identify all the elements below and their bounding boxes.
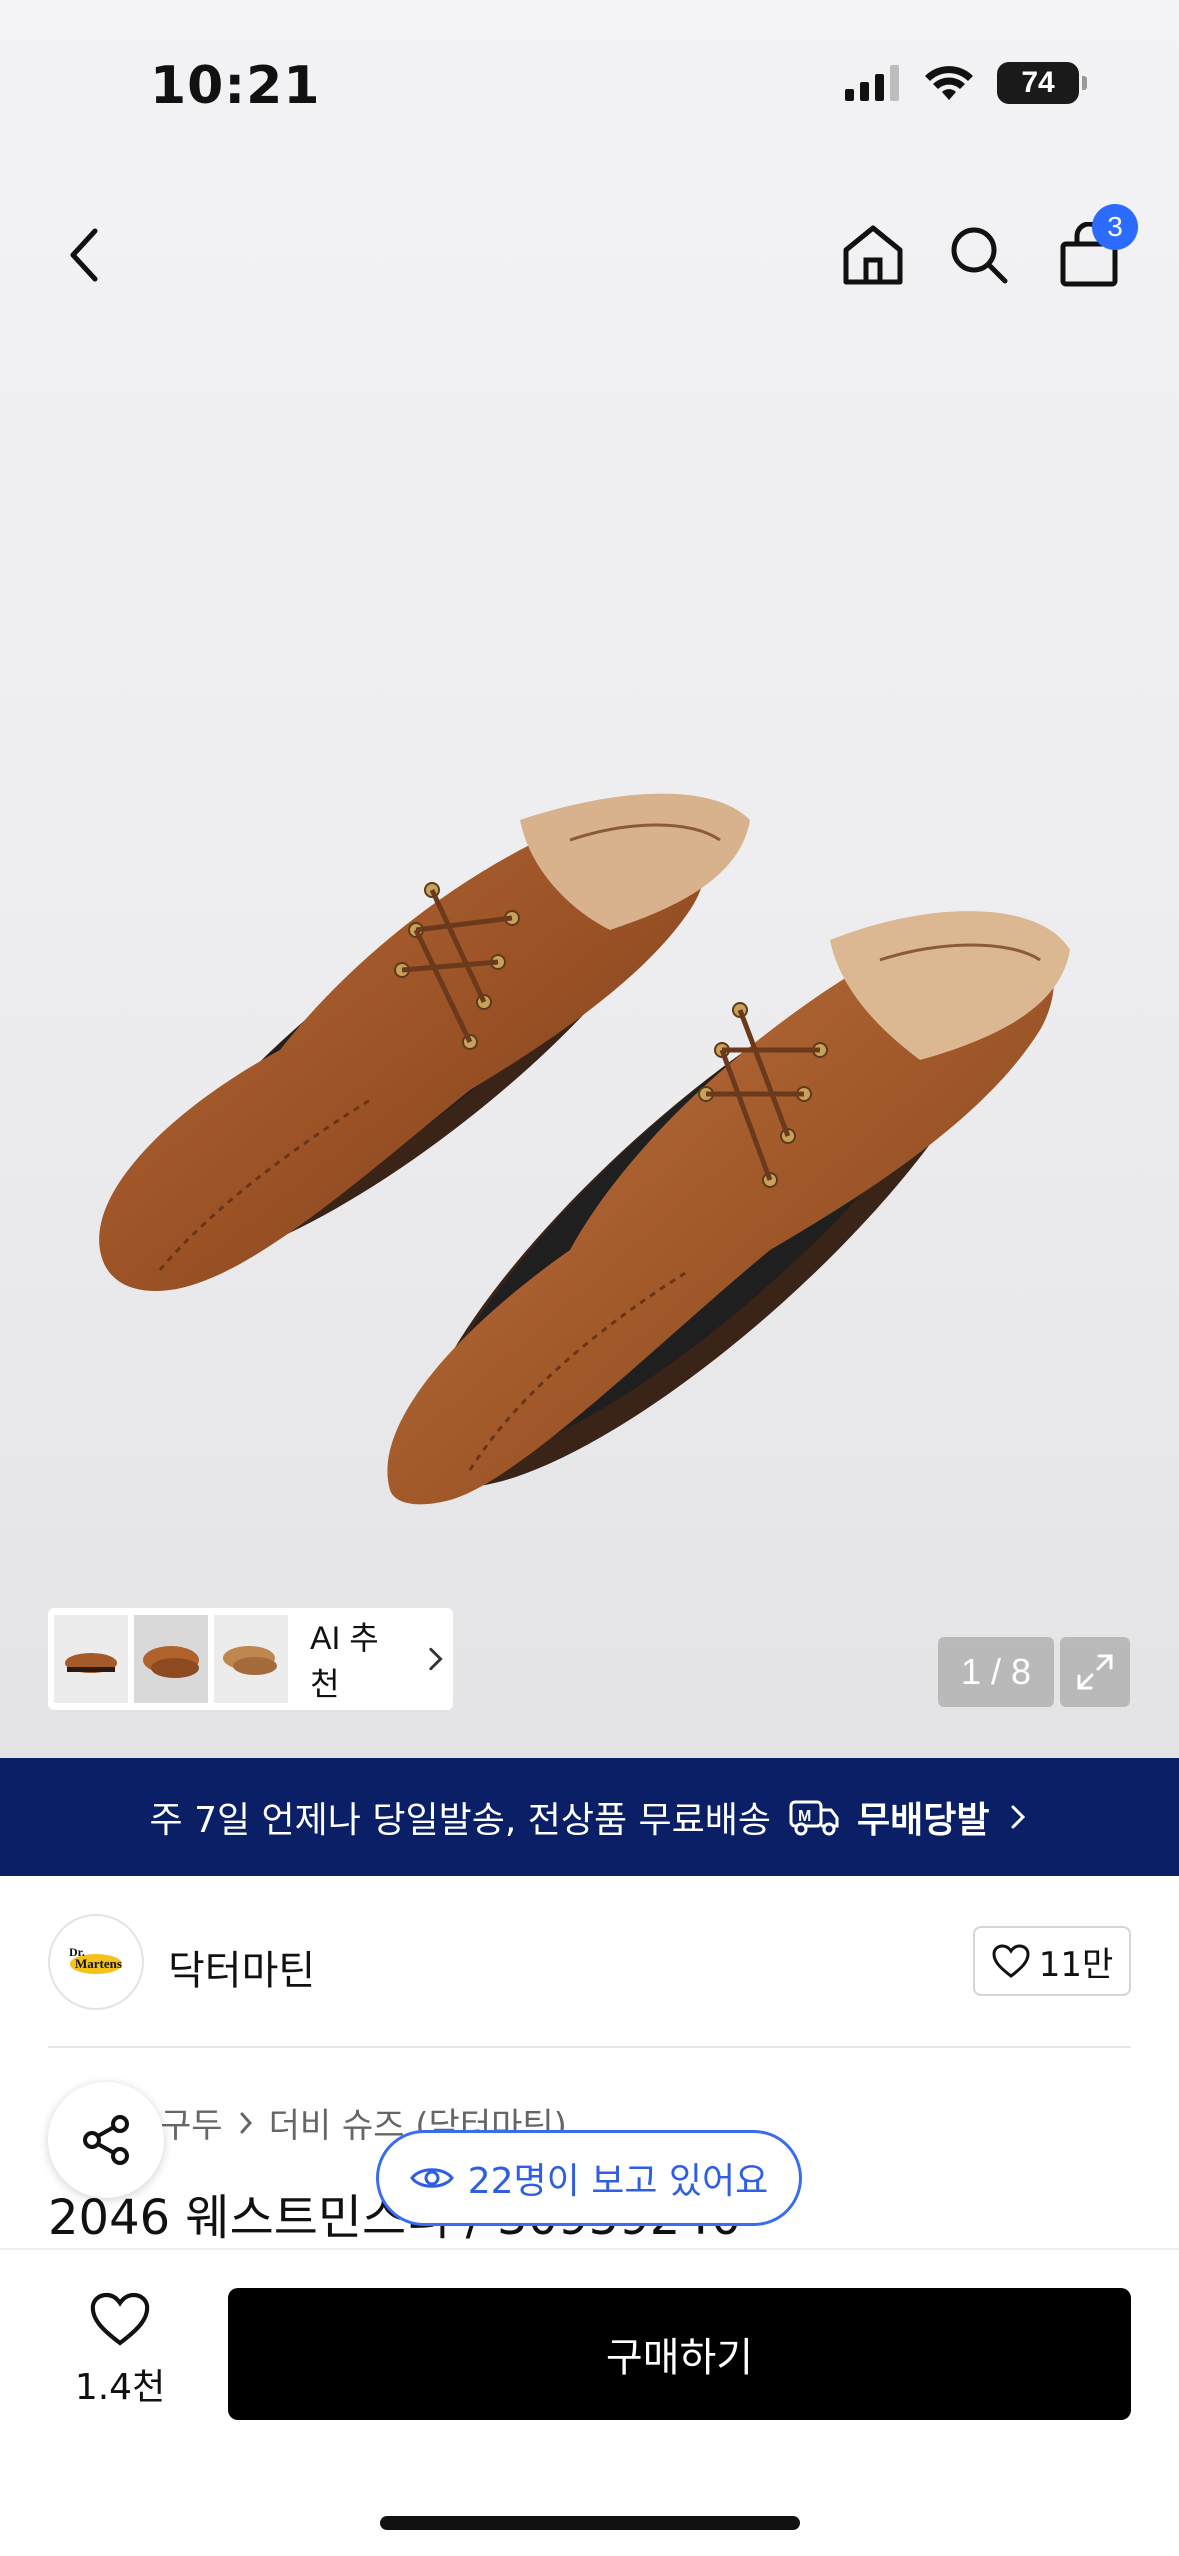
brand-logo[interactable]: Dr. Martens <box>48 1914 144 2010</box>
chevron-left-icon <box>70 228 98 282</box>
brand-like-button[interactable]: 11만 <box>973 1926 1131 1996</box>
home-icon <box>843 225 903 285</box>
top-nav: 3 <box>0 200 1179 310</box>
home-indicator <box>380 2516 800 2530</box>
brand-like-count: 11만 <box>1038 1944 1114 1985</box>
shipping-brand-label: 무배당발 <box>857 1800 990 1841</box>
chevron-right-icon <box>428 1647 443 1671</box>
eye-icon <box>409 2168 454 2188</box>
thumbnail-1[interactable] <box>54 1615 129 1703</box>
ai-recommend-label: AI 추천 <box>310 1620 379 1702</box>
wishlist-button[interactable]: 1.4천 <box>60 2290 180 2410</box>
brand-row[interactable]: Dr. Martens 닥터마틴 11만 <box>48 1914 1131 2010</box>
search-icon <box>951 227 1008 284</box>
heart-icon <box>90 2292 150 2346</box>
bottom-action-bar: 1.4천 구매하기 <box>0 2248 1179 2556</box>
thumbnail-2[interactable] <box>134 1615 209 1703</box>
wifi-icon <box>925 66 973 100</box>
delivery-truck-icon: M <box>789 1800 839 1836</box>
product-page: 10:21 74 3 AI 추천 1 / 8 주 7일 언제나 당일발송, 전상… <box>0 0 1179 2556</box>
heart-icon <box>992 1944 1030 1978</box>
brand-name[interactable]: 닥터마틴 <box>168 1938 315 1996</box>
signal-icon <box>845 65 899 101</box>
cart-count-badge: 3 <box>1092 204 1138 250</box>
chevron-right-icon <box>1011 1805 1026 1829</box>
status-time: 10:21 <box>150 56 321 116</box>
search-button[interactable] <box>924 200 1034 310</box>
breadcrumb-item-shoes[interactable]: 구두 <box>160 2098 223 2147</box>
home-button[interactable] <box>818 200 928 310</box>
shipping-banner-text: 주 7일 언제나 당일발송, 전상품 무료배송 <box>149 1800 772 1841</box>
product-image[interactable] <box>50 490 1130 1610</box>
share-button[interactable] <box>48 2082 164 2198</box>
image-page-counter: 1 / 8 <box>938 1637 1054 1707</box>
svg-text:Martens: Martens <box>75 1956 122 1971</box>
expand-image-button[interactable] <box>1060 1637 1130 1707</box>
cart-button[interactable]: 3 <box>1034 200 1144 310</box>
svg-text:M: M <box>798 1808 811 1825</box>
viewers-badge: 22명이 보고 있어요 <box>376 2130 802 2226</box>
chevron-right-icon <box>240 2112 252 2133</box>
battery-level: 74 <box>1021 66 1055 99</box>
ai-recommend-strip[interactable]: AI 추천 <box>48 1608 453 1710</box>
expand-icon <box>1077 1654 1113 1690</box>
thumbnail-3[interactable] <box>214 1615 289 1703</box>
battery-icon: 74 <box>997 62 1087 104</box>
share-icon <box>83 2115 129 2165</box>
wishlist-count: 1.4천 <box>74 2367 166 2408</box>
shipping-banner[interactable]: 주 7일 언제나 당일발송, 전상품 무료배송 M 무배당발 <box>0 1758 1179 1876</box>
status-bar: 10:21 74 <box>0 0 1179 150</box>
status-icons: 74 <box>845 62 1087 104</box>
product-image-area: 10:21 74 3 AI 추천 1 / 8 <box>0 0 1179 1758</box>
divider <box>48 2046 1131 2048</box>
back-button[interactable] <box>30 200 140 310</box>
buy-button[interactable]: 구매하기 <box>228 2288 1131 2420</box>
viewers-text: 22명이 보고 있어요 <box>467 2161 769 2202</box>
